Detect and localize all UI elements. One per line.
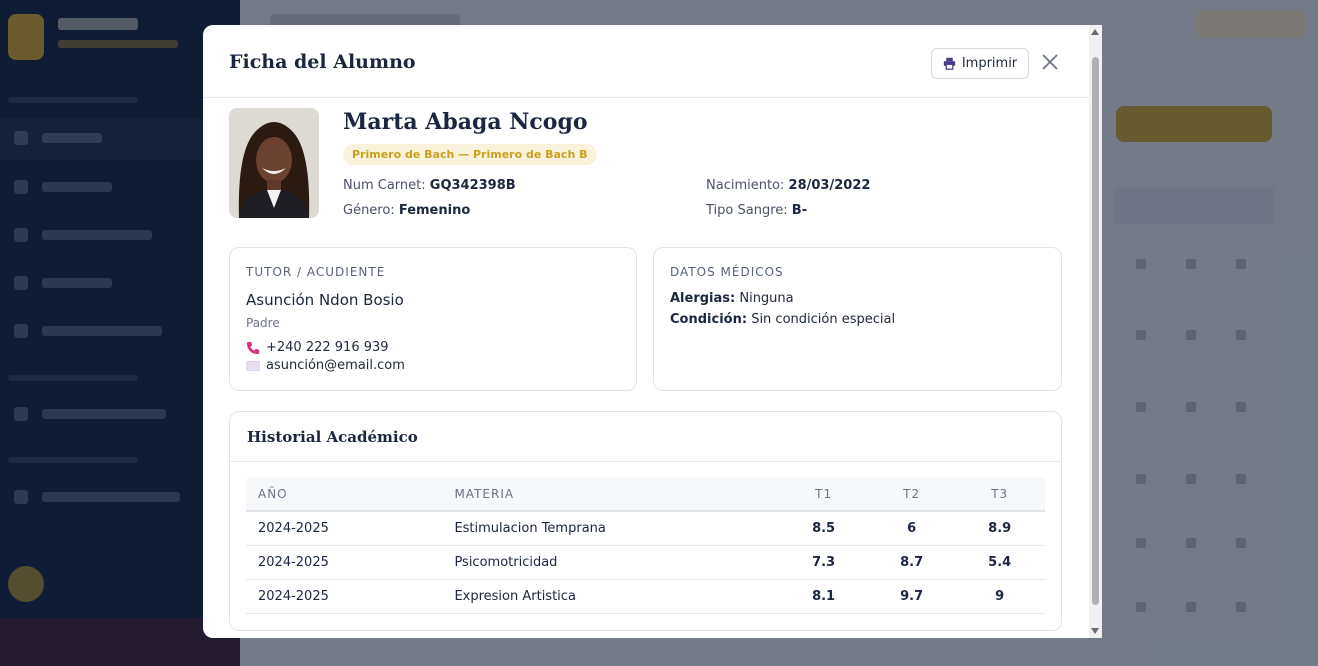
modal-header: Ficha del Alumno Imprimir [203, 25, 1102, 98]
scrollbar-thumb[interactable] [1092, 57, 1099, 605]
tutor-card: TUTOR / ACUDIENTE Asunción Ndon Bosio Pa… [229, 247, 637, 391]
table-row: 2024-2025 Psicomotricidad 7.3 8.7 5.4 [246, 545, 1045, 579]
history-divider [230, 461, 1061, 462]
tutor-name: Asunción Ndon Bosio [246, 291, 404, 309]
scroll-down-arrow-icon[interactable] [1091, 628, 1099, 634]
cell-year: 2024-2025 [258, 588, 329, 604]
modal-title: Ficha del Alumno [229, 51, 416, 73]
cell-t2: 8.7 [900, 554, 924, 570]
cell-subject: Expresion Artistica [454, 588, 576, 604]
birth-value: 28/03/2022 [788, 178, 871, 193]
cell-subject: Estimulacion Temprana [454, 520, 606, 536]
tutor-phone[interactable]: +240 222 916 939 [266, 340, 389, 355]
student-photo [229, 108, 319, 218]
condition-row: Condición: Sin condición especial [670, 312, 895, 327]
envelope-icon [246, 360, 260, 371]
condition-label: Condición: [670, 312, 748, 327]
carnet-info: Num Carnet: GQ342398B [343, 178, 516, 193]
cell-t3: 5.4 [988, 554, 1012, 570]
column-header-t2: T2 [903, 487, 921, 501]
cell-subject: Psicomotricidad [454, 554, 558, 570]
gender-label: Género: [343, 203, 395, 218]
cell-t2: 9.7 [900, 588, 924, 604]
allergies-row: Alergias: Ninguna [670, 291, 794, 306]
printer-icon [943, 57, 956, 70]
gender-value: Femenino [398, 203, 471, 218]
close-icon[interactable] [1039, 51, 1061, 73]
phone-icon [246, 341, 260, 354]
scroll-up-arrow-icon[interactable] [1091, 29, 1099, 35]
carnet-value: GQ342398B [429, 178, 516, 193]
tutor-phone-row: +240 222 916 939 [246, 340, 389, 355]
cell-t3: 8.9 [988, 520, 1012, 536]
modal-scrollbar[interactable] [1089, 25, 1102, 638]
student-record-modal: Ficha del Alumno Imprimir Marta Abaga Nc… [203, 25, 1102, 638]
course-badge: Primero de Bach — Primero de Bach B [343, 144, 597, 165]
birth-label: Nacimiento: [706, 178, 785, 193]
column-header-subject: MATERIA [454, 487, 515, 501]
condition-value: Sin condición especial [751, 312, 896, 327]
table-header-row: AÑO MATERIA T1 T2 T3 [246, 478, 1045, 511]
academic-history-card: Historial Académico AÑO MATERIA T1 T2 T3… [229, 411, 1062, 631]
blood-info: Tipo Sangre: B- [706, 203, 807, 218]
cell-t1: 8.1 [812, 588, 836, 604]
student-name: Marta Abaga Ncogo [343, 109, 588, 135]
cell-t1: 7.3 [812, 554, 836, 570]
medical-section-label: DATOS MÉDICOS [670, 265, 784, 279]
gender-info: Género: Femenino [343, 203, 470, 218]
cell-t1: 8.5 [812, 520, 836, 536]
allergies-label: Alergias: [670, 291, 736, 306]
academic-history-table: AÑO MATERIA T1 T2 T3 2024-2025 Estimulac… [246, 478, 1045, 614]
column-header-t1: T1 [815, 487, 833, 501]
table-row: 2024-2025 Expresion Artistica 8.1 9.7 9 [246, 579, 1045, 613]
carnet-label: Num Carnet: [343, 178, 426, 193]
column-header-t3: T3 [991, 487, 1009, 501]
blood-label: Tipo Sangre: [706, 203, 788, 218]
tutor-section-label: TUTOR / ACUDIENTE [246, 265, 386, 279]
cell-year: 2024-2025 [258, 520, 329, 536]
academic-history-title: Historial Académico [247, 428, 418, 446]
blood-value: B- [791, 203, 808, 218]
column-header-year: AÑO [258, 487, 288, 501]
print-button[interactable]: Imprimir [931, 48, 1029, 79]
tutor-email-row: asunción@email.com [246, 358, 405, 373]
birth-info: Nacimiento: 28/03/2022 [706, 178, 870, 193]
cell-year: 2024-2025 [258, 554, 329, 570]
tutor-email[interactable]: asunción@email.com [266, 358, 405, 373]
cell-t2: 6 [907, 520, 917, 536]
tutor-relation: Padre [246, 316, 280, 330]
allergies-value: Ninguna [739, 291, 794, 306]
table-row: 2024-2025 Estimulacion Temprana 8.5 6 8.… [246, 511, 1045, 545]
medical-card: DATOS MÉDICOS Alergias: Ninguna Condició… [653, 247, 1062, 391]
cell-t3: 9 [995, 588, 1005, 604]
print-button-label: Imprimir [961, 56, 1018, 71]
